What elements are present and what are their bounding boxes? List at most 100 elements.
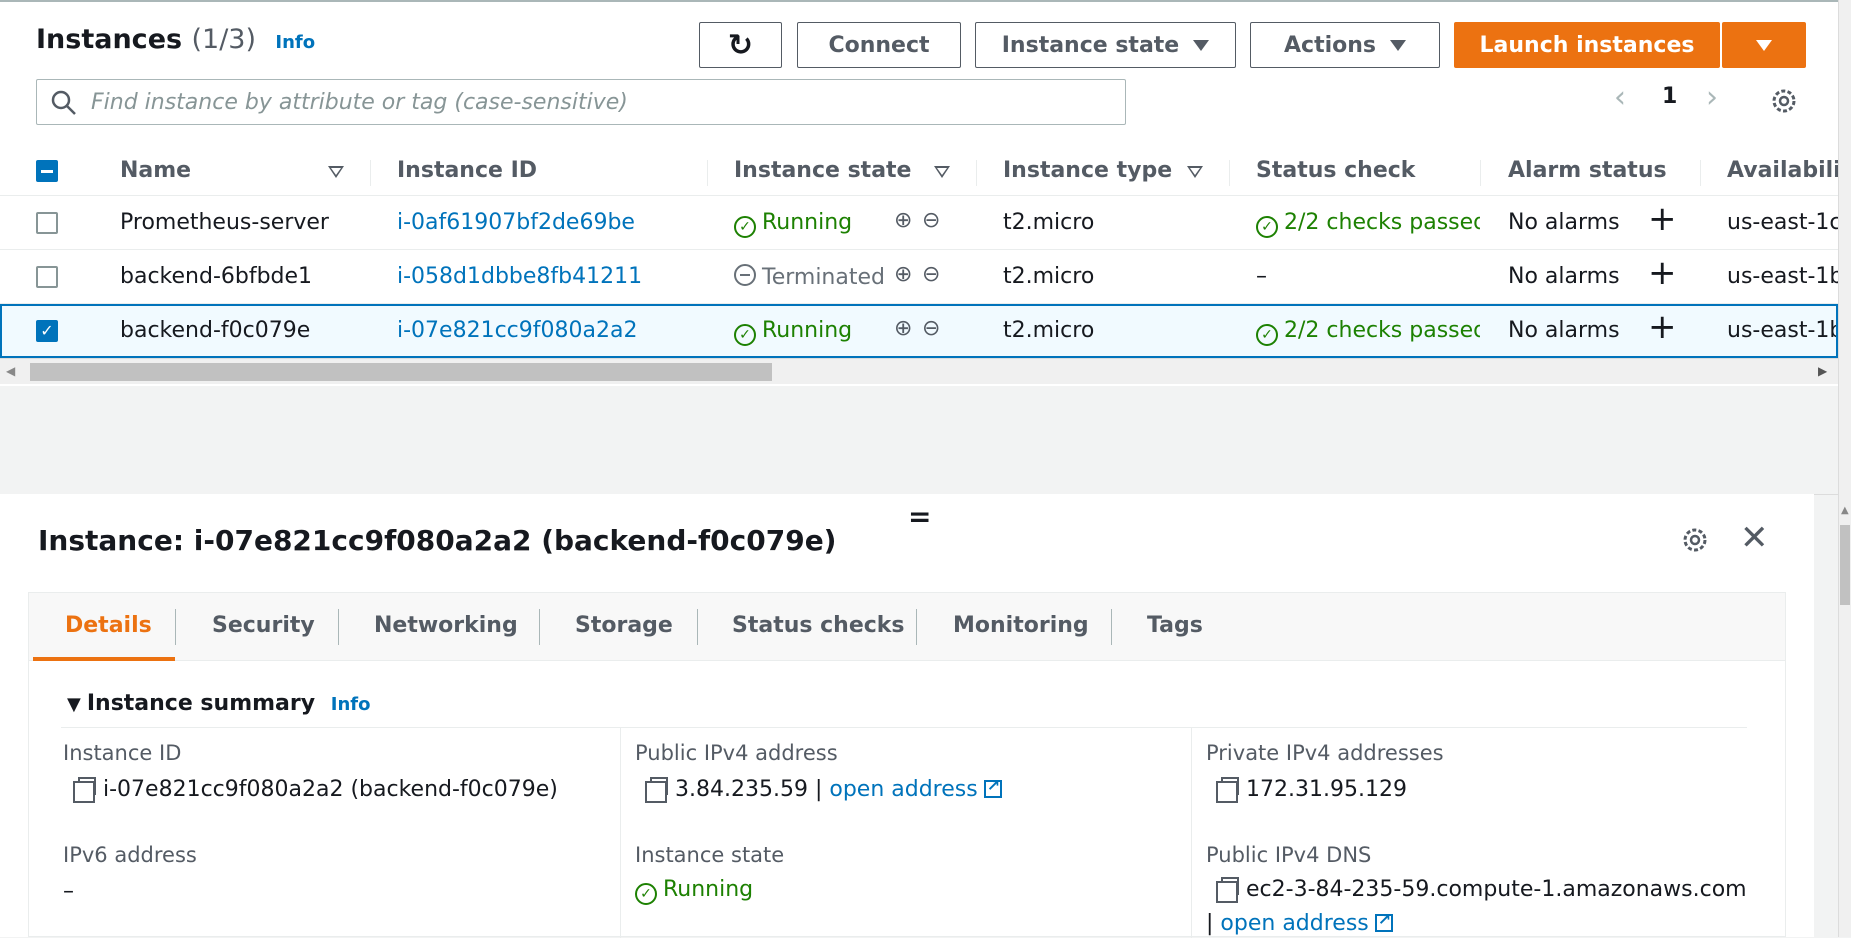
dropdown-caret-icon <box>1193 39 1210 51</box>
copy-icon[interactable] <box>73 777 96 803</box>
instance-summary-header[interactable]: ▼ Instance summary Info <box>67 691 370 716</box>
copy-icon[interactable] <box>1216 877 1239 903</box>
search-placeholder: Find instance by attribute or tag (case-… <box>91 90 628 115</box>
column-header-alarm-status[interactable]: Alarm status <box>1508 158 1667 183</box>
column-divider <box>1700 160 1701 186</box>
open-address-link[interactable]: open address <box>829 777 977 802</box>
settings-gear-icon[interactable] <box>1769 86 1799 116</box>
sort-icon[interactable] <box>934 166 950 178</box>
column-header-instance-type[interactable]: Instance type <box>1003 158 1172 183</box>
column-divider <box>1229 160 1230 186</box>
dns-open-address-link[interactable]: open address <box>1220 911 1368 936</box>
launch-instances-button[interactable]: Launch instances <box>1454 22 1720 68</box>
zoom-out-icon[interactable]: ⊖ <box>922 316 940 341</box>
tab-divider <box>175 609 176 645</box>
check-circle-icon: ✓ <box>635 883 657 905</box>
info-link[interactable]: Info <box>275 32 315 53</box>
connect-button[interactable]: Connect <box>797 22 961 68</box>
scrollbar-thumb[interactable] <box>30 363 772 381</box>
scroll-up-icon[interactable]: ▲ <box>1841 505 1849 516</box>
tab-details[interactable]: Details <box>65 613 152 638</box>
zoom-out-icon[interactable]: ⊖ <box>922 208 940 233</box>
column-header-availability-zone[interactable]: Availabilit <box>1727 158 1838 183</box>
active-tab-indicator <box>33 657 175 661</box>
zoom-in-icon[interactable]: ⊕ <box>894 208 912 233</box>
table-row[interactable]: Prometheus-server i-0af61907bf2de69be ✓ R… <box>0 196 1838 250</box>
status-check: – <box>1256 264 1267 289</box>
row-checkbox[interactable] <box>36 266 58 288</box>
instance-id-value: i-07e821cc9f080a2a2 (backend-f0c079e) <box>73 777 558 803</box>
scrollbar-thumb[interactable] <box>1840 525 1850 605</box>
public-dns-value: ec2-3-84-235-59.compute-1.amazonaws.com <box>1216 877 1747 903</box>
tab-storage[interactable]: Storage <box>575 613 673 638</box>
horizontal-scrollbar[interactable]: ◀ ▶ <box>0 358 1838 384</box>
summary-info-link[interactable]: Info <box>331 694 371 715</box>
add-alarm-icon[interactable]: + <box>1648 310 1677 344</box>
row-checkbox[interactable]: ✓ <box>36 320 58 342</box>
check-circle-icon: ✓ <box>1256 324 1278 346</box>
vertical-scrollbar[interactable]: ▲ <box>1838 0 1851 937</box>
sort-icon[interactable] <box>1187 166 1203 178</box>
details-settings-gear-icon[interactable] <box>1680 525 1710 555</box>
refresh-button[interactable]: ↻ <box>699 22 782 68</box>
availability-zone: us-east-1b <box>1727 264 1838 289</box>
copy-icon[interactable] <box>645 777 668 803</box>
tab-monitoring[interactable]: Monitoring <box>953 613 1089 638</box>
table-row[interactable]: backend-6bfbde1 i-058d1dbbe8fb41211 Term… <box>0 250 1838 304</box>
instance-name: backend-f0c079e <box>120 318 311 343</box>
instance-id-link[interactable]: i-0af61907bf2de69be <box>397 210 635 235</box>
instance-id-link[interactable]: i-07e821cc9f080a2a2 <box>397 318 637 343</box>
column-header-instance-id[interactable]: Instance ID <box>397 158 537 183</box>
tab-tags[interactable]: Tags <box>1147 613 1203 638</box>
copy-icon[interactable] <box>1216 777 1239 803</box>
zoom-in-icon[interactable]: ⊕ <box>894 262 912 287</box>
private-ipv4-label: Private IPv4 addresses <box>1206 741 1444 765</box>
instance-id-link[interactable]: i-058d1dbbe8fb41211 <box>397 264 642 289</box>
next-page-button[interactable]: › <box>1706 80 1718 120</box>
launch-options-dropdown[interactable] <box>1722 22 1806 68</box>
instance-state-dropdown[interactable]: Instance state <box>975 22 1236 68</box>
availability-zone: us-east-1c <box>1727 210 1838 235</box>
instances-panel: Instances (1/3) Info ↻ Connect Instance … <box>0 2 1838 386</box>
instance-state: ✓ Running <box>734 318 852 346</box>
tab-security[interactable]: Security <box>212 613 315 638</box>
collapse-caret-icon: ▼ <box>67 694 81 715</box>
prev-page-button[interactable]: ‹ <box>1614 80 1626 120</box>
tab-divider <box>916 609 917 645</box>
page-number[interactable]: 1 <box>1662 84 1677 124</box>
check-circle-icon: ✓ <box>1256 216 1278 238</box>
select-all-checkbox[interactable] <box>36 160 58 182</box>
add-alarm-icon[interactable]: + <box>1648 202 1677 236</box>
zoom-out-icon[interactable]: ⊖ <box>922 262 940 287</box>
external-link-icon <box>983 776 1002 798</box>
availability-zone: us-east-1b <box>1727 318 1836 343</box>
table-row-selected[interactable]: ✓ backend-f0c079e i-07e821cc9f080a2a2 ✓ R… <box>0 304 1838 358</box>
column-header-status-check[interactable]: Status check <box>1256 158 1415 183</box>
search-input[interactable]: Find instance by attribute or tag (case-… <box>36 79 1126 125</box>
external-link-icon <box>1374 910 1393 932</box>
status-check: ✓ 2/2 checks passed <box>1256 318 1480 346</box>
actions-dropdown[interactable]: Actions <box>1250 22 1440 68</box>
instance-state: ✓ Running <box>734 210 852 238</box>
column-header-instance-state[interactable]: Instance state <box>734 158 911 183</box>
resize-handle[interactable]: = <box>908 500 931 533</box>
dropdown-caret-icon <box>1756 39 1772 51</box>
status-check: ✓ 2/2 checks passed <box>1256 210 1480 238</box>
scroll-right-icon[interactable]: ▶ <box>1818 364 1827 378</box>
instance-state-label: Instance state <box>635 843 785 867</box>
ipv6-label: IPv6 address <box>63 843 197 867</box>
add-alarm-icon[interactable]: + <box>1648 256 1677 290</box>
page-title: Instances (1/3) Info <box>36 24 316 55</box>
zoom-in-icon[interactable]: ⊕ <box>894 316 912 341</box>
row-checkbox[interactable] <box>36 212 58 234</box>
tab-status-checks[interactable]: Status checks <box>732 613 905 638</box>
sort-icon[interactable] <box>328 166 344 178</box>
scroll-left-icon[interactable]: ◀ <box>6 364 15 378</box>
close-icon[interactable]: ✕ <box>1740 518 1769 558</box>
tab-divider <box>697 609 698 645</box>
tab-networking[interactable]: Networking <box>374 613 518 638</box>
tab-bar: Details Security Networking Storage Stat… <box>29 593 1785 661</box>
tab-divider <box>539 609 540 645</box>
public-ipv4-label: Public IPv4 address <box>635 741 838 765</box>
column-header-name[interactable]: Name <box>120 158 191 183</box>
